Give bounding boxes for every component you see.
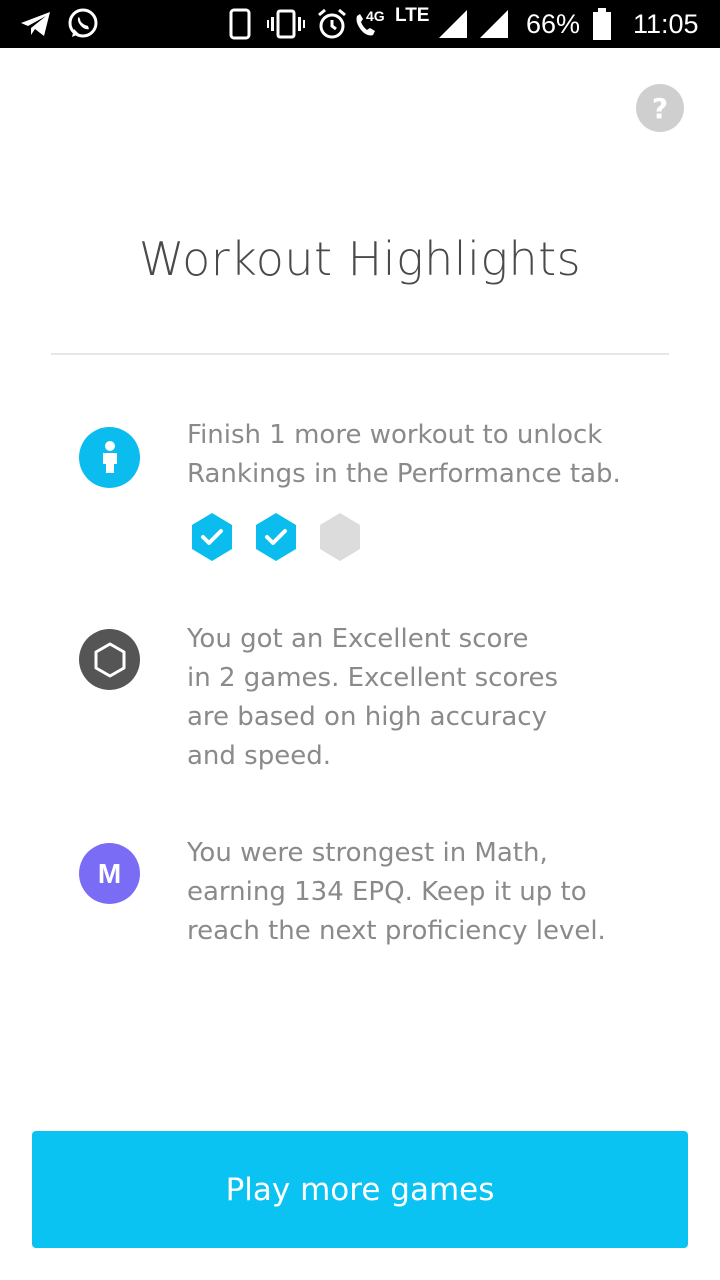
- hex-empty-icon: [320, 513, 360, 561]
- vibrate-icon: [267, 0, 305, 48]
- highlight-line: Finish 1 more workout to unlock: [187, 420, 603, 450]
- highlight-line: You got an Excellent score: [187, 624, 529, 654]
- hex-check-icon: [192, 513, 232, 561]
- play-more-games-button[interactable]: Play more games: [32, 1131, 688, 1248]
- divider: [51, 353, 669, 355]
- highlight-line: You were strongest in Math,: [187, 838, 548, 868]
- math-badge-icon: M: [79, 843, 140, 904]
- phone-icon: [229, 0, 251, 48]
- highlight-line: are based on high accuracy: [187, 702, 547, 732]
- help-button[interactable]: ?: [636, 84, 684, 132]
- page-title: Workout Highlights: [138, 232, 582, 286]
- highlight-line: reach the next proficiency level.: [187, 916, 606, 946]
- clock: 11:05: [633, 8, 699, 39]
- hex-check-icon: [256, 513, 296, 561]
- alarm-icon: [316, 0, 348, 48]
- lte-label: LTE: [395, 5, 430, 26]
- status-bar: 4G LTE 66% 11:05: [0, 0, 720, 48]
- highlight-rankings-text: Finish 1 more workout to unlock Rankings…: [187, 416, 621, 494]
- hexagon-outline-icon: [79, 629, 140, 690]
- telegram-icon: [20, 0, 52, 48]
- battery-percent: 66%: [526, 8, 581, 39]
- highlight-math-text: You were strongest in Math, earning 134 …: [187, 834, 606, 951]
- whatsapp-icon: [66, 0, 100, 48]
- battery-icon: [592, 0, 612, 48]
- math-badge-letter: M: [97, 857, 122, 889]
- signal-icon: [478, 0, 510, 48]
- highlight-line: in 2 games. Excellent scores: [187, 663, 559, 693]
- network-type-label: 4G: [366, 8, 385, 24]
- signal-icon: [437, 0, 469, 48]
- highlight-excellent-text: You got an Excellent score in 2 games. E…: [187, 620, 558, 776]
- highlight-line: Rankings in the Performance tab.: [187, 459, 621, 489]
- highlight-line: and speed.: [187, 741, 331, 771]
- person-icon: [79, 427, 140, 488]
- highlight-line: earning 134 EPQ. Keep it up to: [187, 877, 587, 907]
- workout-progress: [190, 512, 362, 562]
